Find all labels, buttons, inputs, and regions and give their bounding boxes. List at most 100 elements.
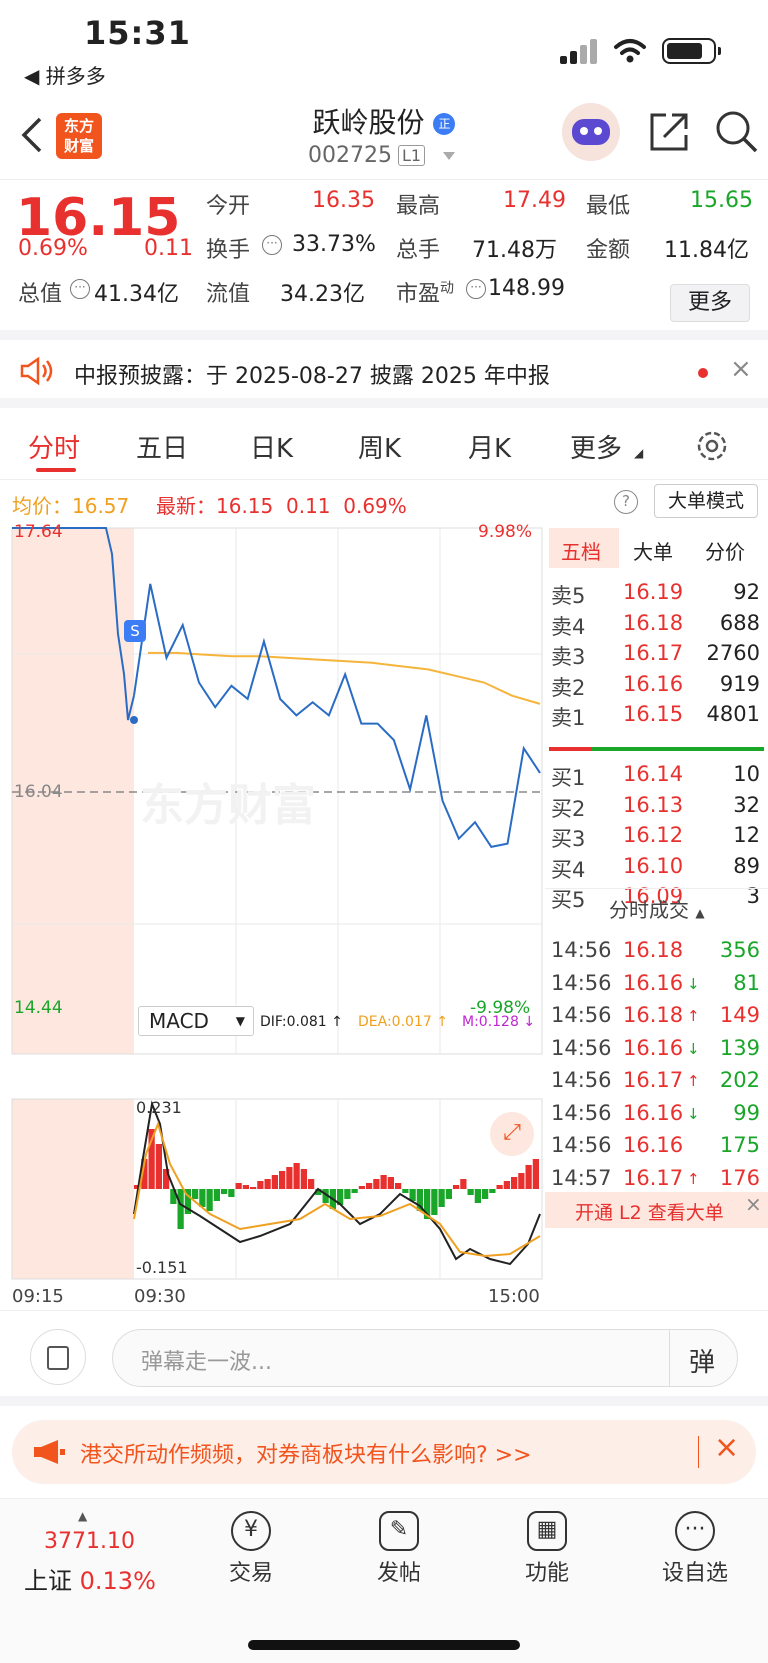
change-value: 0.11 <box>144 236 193 261</box>
open-label: 今开 <box>206 194 251 219</box>
tab-five-levels[interactable]: 五档 <box>561 536 601 565</box>
trade-row: 14:56 16.16 ↓ 81 <box>551 970 760 995</box>
ask-row[interactable]: 卖4 16.18 688 <box>545 609 768 641</box>
clock: 15:31 <box>84 14 191 52</box>
turnover-label: 换手 <box>206 238 251 263</box>
macd-bar <box>235 1183 242 1189</box>
time-label-open: 09:30 <box>134 1286 186 1307</box>
tab-intraday[interactable]: 分时 <box>28 428 80 465</box>
banner-text[interactable]: 港交所动作频频，对券商板块有什么影响? >> <box>80 1437 532 1469</box>
ask-label: 卖5 <box>551 584 586 608</box>
trade-row: 14:56 16.16 175 <box>551 1133 760 1157</box>
tab-big-orders[interactable]: 大单 <box>633 536 673 565</box>
tab-daily[interactable]: 日K <box>250 428 293 465</box>
close-icon[interactable]: × <box>714 1430 739 1465</box>
ask-row[interactable]: 卖1 16.15 4801 <box>545 700 768 732</box>
prev-close-label: 16.04 <box>14 782 63 802</box>
unread-dot <box>698 368 708 378</box>
macd-bar <box>242 1185 249 1189</box>
bid-label: 买2 <box>551 796 586 821</box>
mktcap-label: 总值 <box>18 282 63 307</box>
bid-volume: 32 <box>733 792 760 817</box>
macd-bar <box>496 1185 503 1189</box>
trade-row: 14:56 16.17 ↑ 202 <box>551 1068 760 1092</box>
macd-bar <box>402 1189 409 1193</box>
bid-row[interactable]: 买2 16.13 32 <box>545 791 768 823</box>
back-to-app-link[interactable]: ◀ 拼多多 <box>24 60 106 89</box>
settings-gear-icon[interactable] <box>694 428 730 464</box>
pe-value: 148.99 <box>488 276 565 301</box>
macd-bottom-label: -0.151 <box>136 1258 188 1277</box>
nav-functions[interactable]: ▦ 功能 <box>492 1511 602 1587</box>
macd-bar <box>511 1177 518 1189</box>
macd-bar <box>213 1189 220 1201</box>
index-value[interactable]: 3771.10 <box>44 1529 135 1554</box>
bid-row[interactable]: 买3 16.12 12 <box>545 821 768 853</box>
chevron-down-icon[interactable] <box>442 151 456 161</box>
search-icon[interactable] <box>714 109 758 153</box>
header: 东方 财富 跃岭股份 正 002725 L1 <box>0 95 768 180</box>
l2-banner-text[interactable]: 开通 L2 查看大单 <box>575 1198 724 1225</box>
bid-row[interactable]: 买4 16.10 89 <box>545 852 768 884</box>
info-icon[interactable]: ··· <box>70 279 90 299</box>
comment-input[interactable]: 弹幕走一波... 弹 <box>112 1329 738 1387</box>
bid-volume: 12 <box>733 823 760 847</box>
bid-price: 16.14 <box>623 762 684 786</box>
macd-bar <box>532 1159 539 1189</box>
macd-bar <box>453 1185 460 1189</box>
avg-price: 均价：16.57 <box>12 494 130 518</box>
macd-bar <box>395 1183 402 1189</box>
ask-row[interactable]: 卖2 16.16 919 <box>545 670 768 702</box>
ask-price: 16.18 <box>623 610 684 635</box>
close-icon[interactable]: × <box>730 354 752 384</box>
ask-row[interactable]: 卖3 16.17 2760 <box>545 639 768 671</box>
robot-avatar-icon[interactable] <box>562 103 620 161</box>
big-order-mode-button[interactable]: 大单模式 <box>654 484 758 518</box>
intraday-chart[interactable]: 东方财富 17.64 9.98% 16.04 14.44 -9.98% S MA… <box>0 522 545 1309</box>
signal-s-marker[interactable]: S <box>124 620 146 642</box>
amount-value: 11.84亿 <box>664 238 749 263</box>
news-banner[interactable]: 港交所动作频频，对券商板块有什么影响? >> × <box>12 1420 756 1484</box>
dea-value: DEA:0.017 ↑ <box>358 1014 448 1030</box>
macd-bar <box>250 1187 257 1189</box>
help-icon[interactable]: ? <box>614 490 638 514</box>
trades-title[interactable]: 分时成交 ▲ <box>609 894 705 923</box>
bid-row[interactable]: 买1 16.14 10 <box>545 760 768 792</box>
info-icon[interactable]: ··· <box>262 235 282 255</box>
float-label: 流值 <box>206 282 251 307</box>
comment-list-icon[interactable] <box>30 1329 86 1385</box>
tab-price-dist[interactable]: 分价 <box>705 536 745 565</box>
nav-post[interactable]: ✎ 发帖 <box>344 1511 454 1587</box>
ask-price: 16.15 <box>623 702 684 726</box>
ask-volume: 688 <box>719 610 760 635</box>
period-tabs: 分时 五日 日K 周K 月K 更多 ◢ <box>0 408 768 480</box>
macd-bar <box>489 1189 496 1193</box>
float-value: 34.23亿 <box>280 282 365 307</box>
more-dots-icon: ··· <box>675 1511 715 1551</box>
tab-more[interactable]: 更多 <box>570 428 622 465</box>
nav-watchlist[interactable]: ··· 设自选 <box>640 1511 750 1587</box>
nav-trade[interactable]: ¥ 交易 <box>196 1511 306 1587</box>
expand-icon[interactable]: ⤢ <box>490 1112 534 1156</box>
index-name[interactable]: 上证 0.13% <box>24 1561 156 1596</box>
tab-monthly[interactable]: 月K <box>468 428 511 465</box>
stock-code: 002725 <box>308 143 392 168</box>
more-button[interactable]: 更多 <box>670 284 750 322</box>
notice-bar[interactable]: 中报预披露：于 2025-08-27 披露 2025 年中报 × <box>0 340 768 408</box>
close-icon[interactable]: × <box>745 1192 762 1216</box>
danmu-toggle-icon[interactable]: 弹 <box>689 1342 715 1379</box>
macd-bar <box>228 1189 235 1197</box>
bid-label: 买4 <box>551 857 586 882</box>
chart-legend: 均价：16.57 最新：16.15 0.11 0.69% ? 大单模式 <box>0 480 768 524</box>
comment-bar: 弹幕走一波... 弹 <box>0 1310 768 1406</box>
trade-row: 14:56 16.18 ↑ 149 <box>551 1003 760 1027</box>
bid-price: 16.13 <box>623 792 684 817</box>
share-icon[interactable] <box>648 111 690 153</box>
macd-bar <box>155 1144 162 1189</box>
battery-icon <box>662 38 721 64</box>
tab-weekly[interactable]: 周K <box>358 428 401 465</box>
info-icon[interactable]: ··· <box>466 279 486 299</box>
indicator-selector[interactable]: MACD ▼ <box>138 1006 254 1036</box>
ask-row[interactable]: 卖5 16.19 92 <box>545 578 768 610</box>
tab-5day[interactable]: 五日 <box>136 428 188 465</box>
